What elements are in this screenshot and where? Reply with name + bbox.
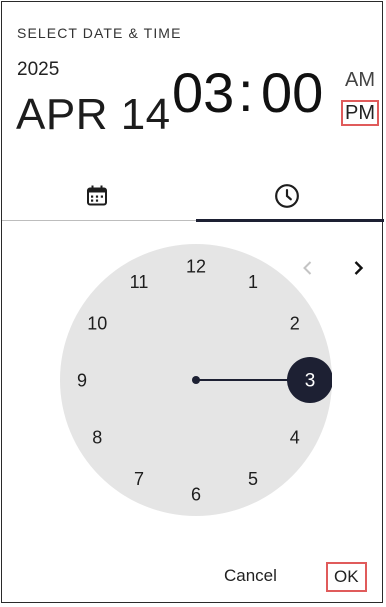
clock-dial[interactable]: 121234567891011 xyxy=(60,244,332,516)
date-time-picker-dialog: SELECT DATE & TIME 2025 APR 14 03 : 00 A… xyxy=(1,1,384,603)
tab-time[interactable] xyxy=(192,172,382,220)
pm-button[interactable]: PM xyxy=(341,100,379,126)
next-view-button[interactable] xyxy=(346,256,370,280)
clock-icon xyxy=(275,184,299,208)
clock-number-9[interactable]: 9 xyxy=(77,371,87,391)
picker-title: SELECT DATE & TIME xyxy=(17,25,182,41)
minutes-button[interactable]: 00 xyxy=(261,65,323,121)
clock-number-12[interactable]: 12 xyxy=(186,257,206,277)
clock-number-8[interactable]: 8 xyxy=(92,428,102,448)
clock-number-5[interactable]: 5 xyxy=(248,469,258,489)
clock-number-3[interactable]: 3 xyxy=(305,371,316,392)
time-separator: : xyxy=(238,60,254,123)
clock-number-11[interactable]: 11 xyxy=(130,272,149,292)
year-button[interactable]: 2025 xyxy=(17,59,59,81)
calendar-icon xyxy=(87,185,107,206)
hours-button[interactable]: 03 xyxy=(172,65,234,121)
chevron-right-icon xyxy=(354,261,364,275)
clock-number-7[interactable]: 7 xyxy=(134,469,144,489)
cancel-button[interactable]: Cancel xyxy=(216,562,285,590)
clock-number-6[interactable]: 6 xyxy=(191,485,201,505)
clock-number-1[interactable]: 1 xyxy=(248,272,258,292)
view-tabs xyxy=(2,172,384,222)
clock-face[interactable]: 12 1 2 3 4 5 6 7 8 9 10 11 xyxy=(60,244,332,516)
tab-date[interactable] xyxy=(2,172,192,220)
ok-button[interactable]: OK xyxy=(326,562,367,592)
clock-number-10[interactable]: 10 xyxy=(87,314,107,334)
clock-number-4[interactable]: 4 xyxy=(290,428,300,448)
tab-indicator xyxy=(196,219,384,222)
am-button[interactable]: AM xyxy=(345,69,375,92)
clock-number-2[interactable]: 2 xyxy=(290,314,300,334)
date-button[interactable]: APR 14 xyxy=(16,90,171,140)
